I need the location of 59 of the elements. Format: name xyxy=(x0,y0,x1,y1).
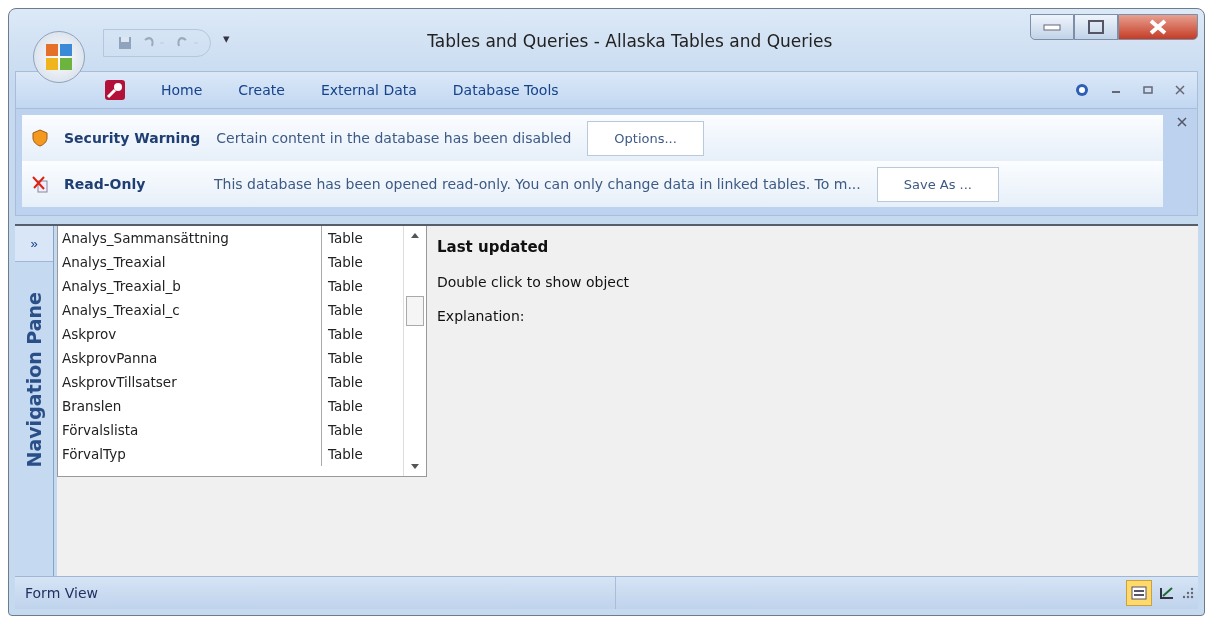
explanation-label: Explanation: xyxy=(437,308,526,324)
navigation-pane-title: Navigation Pane xyxy=(23,292,45,468)
object-type: Table xyxy=(327,253,364,272)
close-icon[interactable] xyxy=(1175,85,1185,95)
object-type: Table xyxy=(327,421,364,440)
key-icon xyxy=(104,79,126,101)
office-button[interactable] xyxy=(33,31,85,83)
close-icon[interactable] xyxy=(1177,117,1187,127)
object-name[interactable]: Analys_Treaxial xyxy=(58,250,322,274)
message-text: This database has been opened read-only. You can only change data in linked tables. To m... xyxy=(214,176,861,192)
object-type: Table xyxy=(327,445,364,464)
shield-icon xyxy=(32,129,48,147)
minimize-button[interactable] xyxy=(1030,14,1074,40)
message-button[interactable]: Save As ... xyxy=(876,166,999,202)
status-text: Form View xyxy=(15,577,616,609)
scroll-thumb[interactable] xyxy=(406,296,424,326)
scrollbar[interactable] xyxy=(403,226,426,476)
message-title: Read-Only xyxy=(64,176,147,192)
form-view-button[interactable] xyxy=(1126,580,1152,606)
object-type: Table xyxy=(327,349,364,368)
help-icon[interactable] xyxy=(1075,83,1089,97)
ribbon-tab[interactable]: Database Tools xyxy=(441,77,570,103)
object-type: Table xyxy=(327,397,364,416)
message-text: Certain content in the database has been disabled xyxy=(216,130,572,146)
minimize-icon xyxy=(1043,23,1061,31)
object-name[interactable]: Analys_Treaxial_c xyxy=(58,298,322,322)
object-name[interactable]: Analys_Sammansättning xyxy=(58,226,322,250)
ribbon-tab[interactable]: Create xyxy=(227,77,296,103)
object-name[interactable]: AskprovTillsatser xyxy=(58,370,322,394)
object-type: Table xyxy=(327,277,364,296)
ribbon-tab[interactable]: External Data xyxy=(309,77,428,103)
object-name[interactable]: FörvalTyp xyxy=(58,442,322,466)
ribbon-tab[interactable]: Home xyxy=(150,77,214,103)
object-type: Table xyxy=(327,229,364,248)
scroll-down-icon[interactable] xyxy=(411,464,419,470)
form-icon xyxy=(1131,586,1147,600)
message-button[interactable]: Options... xyxy=(587,120,704,156)
object-name[interactable]: AskprovPanna xyxy=(58,346,322,370)
details-hint: Double click to show object xyxy=(437,274,630,290)
object-type: Table xyxy=(327,301,364,320)
scroll-up-icon[interactable] xyxy=(411,232,419,238)
maximize-button[interactable] xyxy=(1074,14,1118,40)
close-button[interactable] xyxy=(1118,14,1198,40)
object-type: Table xyxy=(327,325,364,344)
restore-icon[interactable] xyxy=(1143,85,1153,95)
window-title: Tables and Queries - Allaska Tables and Queries xyxy=(426,31,834,51)
object-name[interactable]: Branslen xyxy=(58,394,322,418)
object-type: Table xyxy=(327,373,364,392)
customize-toolbar-arrow[interactable]: ▾ xyxy=(223,31,230,46)
resize-grip-icon[interactable] xyxy=(1182,587,1194,599)
expand-button[interactable]: » xyxy=(15,226,53,262)
office-logo-icon xyxy=(44,42,74,72)
close-icon xyxy=(1148,19,1168,35)
object-name[interactable]: Askprov xyxy=(58,322,322,346)
details-heading: Last updated xyxy=(437,238,550,256)
maximize-icon xyxy=(1088,20,1104,34)
message-title: Security Warning xyxy=(64,130,201,146)
object-name[interactable]: Analys_Treaxial_b xyxy=(58,274,322,298)
object-name[interactable]: Förvalslista xyxy=(58,418,322,442)
